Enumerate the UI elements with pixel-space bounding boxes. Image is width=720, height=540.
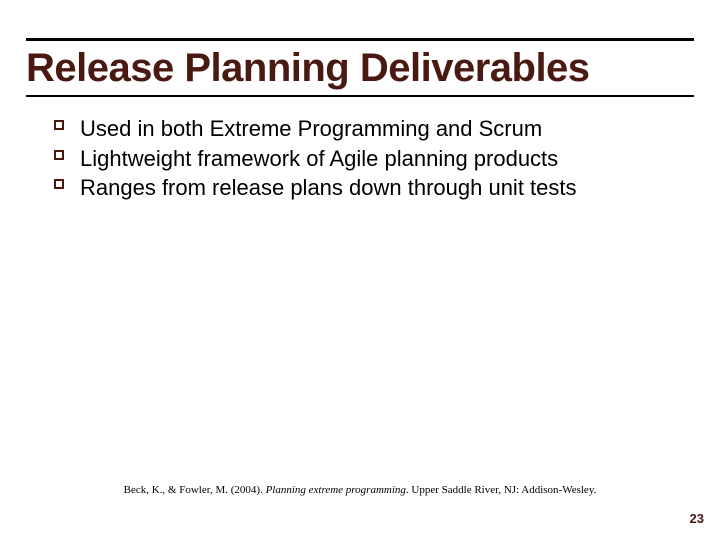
list-item-text: Ranges from release plans down through u… bbox=[80, 175, 577, 200]
rule-top bbox=[26, 38, 694, 41]
list-item: Used in both Extreme Programming and Scr… bbox=[54, 115, 694, 143]
slide-title: Release Planning Deliverables bbox=[26, 45, 694, 95]
citation: Beck, K., & Fowler, M. (2004). Planning … bbox=[0, 484, 720, 496]
square-bullet-icon bbox=[54, 150, 64, 160]
list-item-text: Lightweight framework of Agile planning … bbox=[80, 146, 558, 171]
list-item: Lightweight framework of Agile planning … bbox=[54, 145, 694, 173]
citation-italic: Planning extreme programming bbox=[266, 484, 406, 496]
slide: Release Planning Deliverables Used in bo… bbox=[0, 0, 720, 540]
square-bullet-icon bbox=[54, 120, 64, 130]
list-item-text: Used in both Extreme Programming and Scr… bbox=[80, 116, 542, 141]
rule-bottom bbox=[26, 95, 694, 97]
page-number: 23 bbox=[690, 511, 704, 526]
list-item: Ranges from release plans down through u… bbox=[54, 174, 694, 202]
bullet-list: Used in both Extreme Programming and Scr… bbox=[26, 115, 694, 202]
square-bullet-icon bbox=[54, 179, 64, 189]
citation-suffix: . Upper Saddle River, NJ: Addison-Wesley… bbox=[406, 484, 596, 496]
citation-prefix: Beck, K., & Fowler, M. (2004). bbox=[124, 484, 266, 496]
